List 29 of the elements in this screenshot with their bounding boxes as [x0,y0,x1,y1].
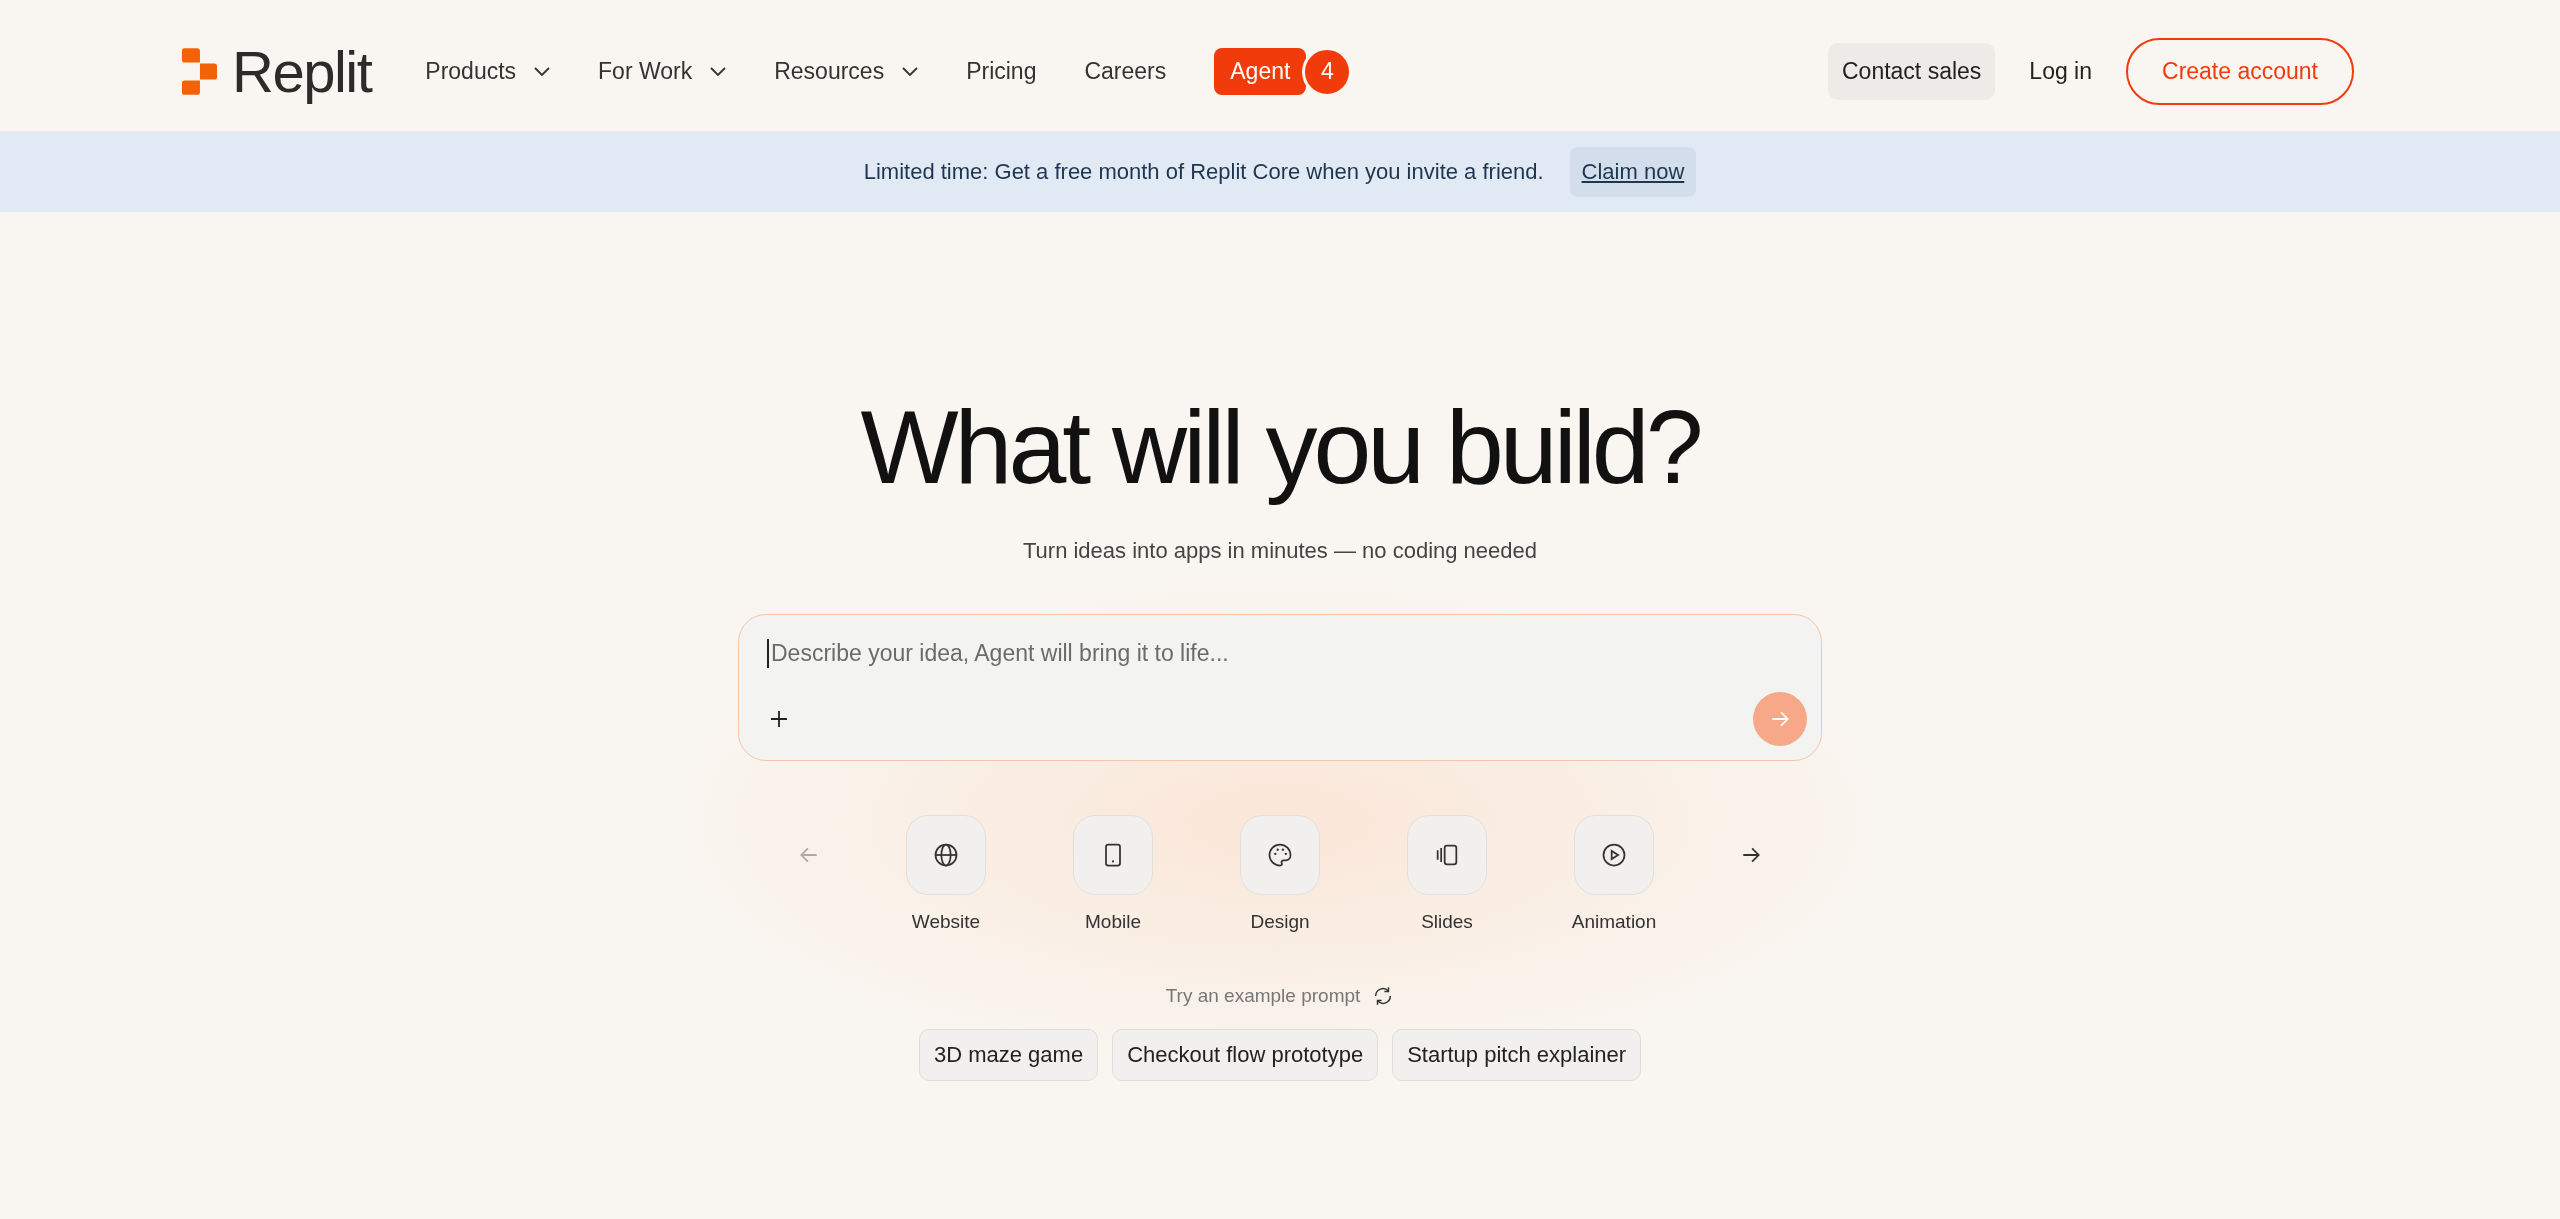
example-prompt-label: Try an example prompt [1165,985,1361,1008]
category-label: Design [1250,911,1310,934]
agent-link[interactable]: Agent [1214,48,1307,95]
example-prompt-chip[interactable]: Startup pitch explainer [1392,1029,1642,1082]
prompt-field[interactable]: Describe your idea, Agent will bring it to life... [767,639,1473,669]
hero-title: What will you build? [860,390,1700,505]
example-prompt-chip[interactable]: Checkout flow prototype [1112,1029,1379,1082]
logo-icon[interactable] [180,46,218,97]
nav-link[interactable]: Careers [1084,58,1167,85]
nav-link[interactable]: Resources [774,58,919,85]
example-prompt-chip[interactable]: 3D maze game [918,1029,1099,1082]
nav-link[interactable]: For Work [598,58,727,85]
category-button[interactable] [1574,815,1654,896]
plus-icon[interactable] [769,709,789,730]
nav-link[interactable]: Pricing [966,58,1037,85]
category-label: Animation [1571,911,1657,934]
nav-link[interactable]: Products [425,58,551,85]
hero-subtitle: Turn ideas into apps in minutes — no coding needed [1022,538,1538,565]
contact-sales-button[interactable]: Contact sales [1828,43,1996,100]
send-button[interactable] [1753,692,1807,747]
logo-wordmark[interactable]: Replit [232,38,372,105]
claim-link[interactable]: Claim now [1569,147,1697,197]
create-account-button[interactable]: Create account [2126,38,2354,105]
category-label: Website [911,911,981,934]
promo-text: Limited time: Get a free month of Replit Core when you invite a friend. [863,159,1544,185]
login-link[interactable]: Log in [2029,58,2092,85]
category-label: Mobile [1085,911,1141,934]
category-label: Slides [1421,911,1473,934]
category-button[interactable] [906,815,986,896]
